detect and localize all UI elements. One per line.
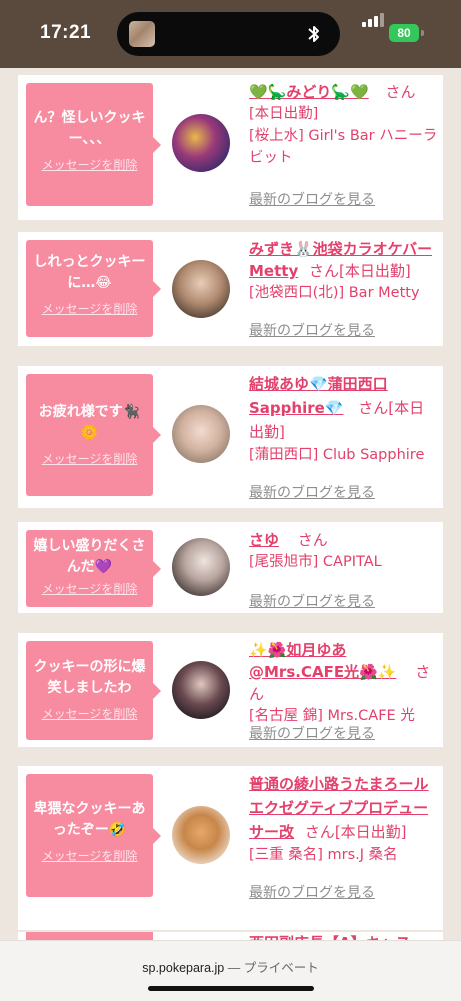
message-bubble: ん？怪しいクッキー、、、 メッセージを削除 <box>26 83 161 206</box>
latest-blog-link[interactable]: 最新のブログを見る <box>249 723 375 743</box>
avatar[interactable] <box>172 806 230 864</box>
store-info: [池袋西口(北)] Bar Metty <box>249 285 420 301</box>
message-card: 嬉しい盛りだくさんだ💜 メッセージを削除 さゆ さん [尾張旭市] CAPITA… <box>18 522 443 613</box>
avatar[interactable] <box>172 260 230 318</box>
url-display[interactable]: sp.pokepara.jp — プライベート <box>0 957 461 976</box>
delete-message-link[interactable]: メッセージを削除 <box>26 705 153 722</box>
message-text: ん？怪しいクッキー、、、 <box>33 110 146 147</box>
latest-blog-link[interactable]: 最新のブログを見る <box>249 189 375 209</box>
delete-message-link[interactable]: メッセージを削除 <box>26 580 153 597</box>
san-suffix: さん <box>304 823 335 841</box>
message-bubble: しれっとクッキーに…😂 メッセージを削除 <box>26 240 161 337</box>
message-card: しれっとクッキーに…😂 メッセージを削除 みずき🐰池袋カラオケバーMetty さ… <box>18 232 443 346</box>
message-card: 卑猥なクッキーあったぞー🤣 メッセージを削除 普通の綾小路うたまろールエクゼグテ… <box>18 766 443 930</box>
message-text: しれっとクッキーに…😂 <box>33 254 146 291</box>
work-status: [本日出勤] <box>339 262 411 280</box>
avatar[interactable] <box>172 114 230 172</box>
battery-icon: 80 <box>389 24 419 42</box>
store-info: [三重 桑名] mrs.J 桑名 <box>249 847 398 863</box>
cast-info: 結城あゆ💎蒲田西口Sapphire💎 さん[本日出勤] [蒲田西口] Club … <box>249 372 439 501</box>
cast-name-link[interactable]: さゆ <box>249 531 279 549</box>
delete-message-link[interactable]: メッセージを削除 <box>26 300 153 317</box>
message-card: お疲れ様です🐈‍⬛🌼 メッセージを削除 結城あゆ💎蒲田西口Sapphire💎 さ… <box>18 366 443 508</box>
delete-message-link[interactable]: メッセージを削除 <box>26 847 153 864</box>
dynamic-island[interactable] <box>117 12 340 56</box>
latest-blog-link[interactable]: 最新のブログを見る <box>249 320 375 340</box>
bluetooth-icon <box>308 26 319 42</box>
delete-message-link[interactable]: メッセージを削除 <box>26 156 153 173</box>
avatar[interactable] <box>172 405 230 463</box>
work-status: [本日出勤] <box>249 106 319 122</box>
san-suffix: さん <box>309 262 340 280</box>
store-info: [尾張旭市] CAPITAL <box>249 554 382 570</box>
status-time: 17:21 <box>40 22 92 43</box>
message-text: 卑猥なクッキーあったぞー🤣 <box>33 801 146 838</box>
message-bubble: 卑猥なクッキーあったぞー🤣 メッセージを削除 <box>26 774 161 897</box>
message-bubble: クッキーの形に爆笑しましたわ メッセージを削除 <box>26 641 161 740</box>
cast-info: 💚🦕みどり🦕💚 さん [本日出勤] [桜上水] Girl's Bar ハニーラビ… <box>249 81 439 208</box>
home-indicator[interactable] <box>148 986 314 991</box>
store-info: [桜上水] Girl's Bar ハニーラビット <box>249 128 438 166</box>
cast-name-link[interactable]: 💚🦕みどり🦕💚 <box>249 83 369 101</box>
status-bar: 17:21 80 <box>0 0 461 68</box>
browser-address-bar[interactable]: sp.pokepara.jp — プライベート <box>0 940 461 1001</box>
avatar[interactable] <box>172 661 230 719</box>
cast-info: さゆ さん [尾張旭市] CAPITAL 最新のブログを見る <box>249 529 439 610</box>
message-bubble: お疲れ様です🐈‍⬛🌼 メッセージを削除 <box>26 374 161 496</box>
work-status: [本日出勤] <box>334 823 407 841</box>
cast-info: ✨🌺如月ゆあ@Mrs.CAFE光🌺✨ さん [名古屋 錦] Mrs.CAFE 光… <box>249 639 439 742</box>
message-card: ん？怪しいクッキー、、、 メッセージを削除 💚🦕みどり🦕💚 さん [本日出勤] … <box>18 75 443 220</box>
message-text: お疲れ様です🐈‍⬛🌼 <box>38 404 141 441</box>
now-playing-artwork <box>129 21 155 47</box>
san-suffix: さん <box>297 531 328 549</box>
message-card: クッキーの形に爆笑しましたわ メッセージを削除 ✨🌺如月ゆあ@Mrs.CAFE光… <box>18 633 443 747</box>
latest-blog-link[interactable]: 最新のブログを見る <box>249 482 375 502</box>
cast-info: みずき🐰池袋カラオケバーMetty さん[本日出勤] [池袋西口(北)] Bar… <box>249 238 439 339</box>
message-text: クッキーの形に爆笑しましたわ <box>33 659 146 696</box>
delete-message-link[interactable]: メッセージを削除 <box>26 450 153 467</box>
private-mode-label: — プライベート <box>227 961 319 975</box>
cast-name-link[interactable]: ✨🌺如月ゆあ@Mrs.CAFE光🌺✨ <box>249 641 396 681</box>
latest-blog-link[interactable]: 最新のブログを見る <box>249 591 375 611</box>
store-info: [蒲田西口] Club Sapphire <box>249 447 425 463</box>
url-host: sp.pokepara.jp <box>142 961 225 975</box>
san-suffix: さん <box>385 83 416 101</box>
cast-info: 普通の綾小路うたまろールエクゼグティブプロデューサー改 さん[本日出勤] [三重… <box>249 772 439 901</box>
latest-blog-link[interactable]: 最新のブログを見る <box>249 882 375 902</box>
message-bubble: 嬉しい盛りだくさんだ💜 メッセージを削除 <box>26 530 161 607</box>
san-suffix: さん <box>358 399 389 417</box>
message-text: 嬉しい盛りだくさんだ💜 <box>33 538 146 575</box>
avatar[interactable] <box>172 538 230 596</box>
battery-cap <box>421 30 424 36</box>
